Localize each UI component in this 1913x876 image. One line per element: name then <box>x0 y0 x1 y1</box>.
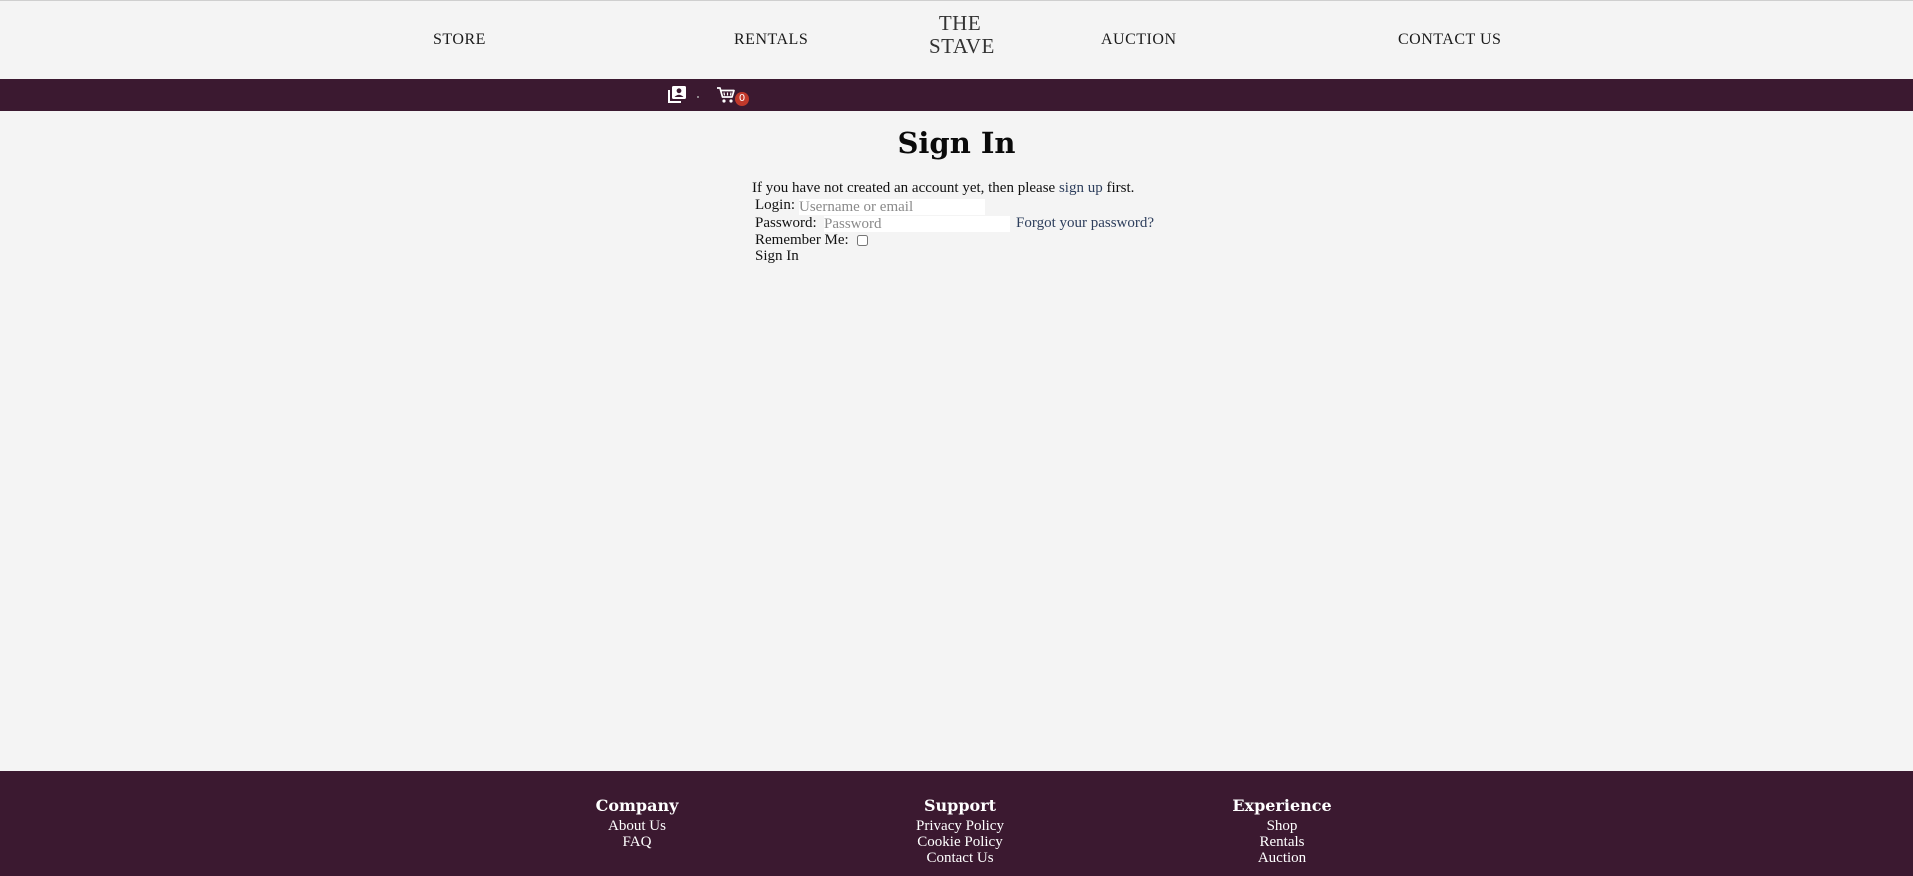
nav-store-link[interactable]: STORE <box>433 31 486 49</box>
login-label: Login: <box>755 197 795 213</box>
account-bar <box>0 79 1913 111</box>
signup-prompt-suffix: first. <box>1106 180 1135 196</box>
sign-in-button[interactable]: Sign In <box>755 248 799 265</box>
cart-icon[interactable] <box>716 86 736 108</box>
login-input[interactable] <box>799 199 985 215</box>
footer-experience-column: Experience Shop Rentals Auction <box>1182 796 1382 866</box>
account-box-icon[interactable] <box>667 85 687 109</box>
footer-about-link[interactable]: About Us <box>537 818 737 834</box>
remember-me-label: Remember Me: <box>755 232 849 248</box>
footer-contact-link[interactable]: Contact Us <box>860 850 1060 866</box>
footer-privacy-link[interactable]: Privacy Policy <box>860 818 1060 834</box>
remember-me-checkbox[interactable] <box>857 235 868 246</box>
footer-faq-link[interactable]: FAQ <box>537 834 737 850</box>
footer-support-column: Support Privacy Policy Cookie Policy Con… <box>860 796 1060 866</box>
nav-contact-link[interactable]: CONTACT US <box>1398 31 1501 49</box>
signup-link[interactable]: sign up <box>1059 180 1103 196</box>
cart-count-badge: 0 <box>735 92 749 106</box>
footer-company-heading: Company <box>595 796 679 815</box>
footer-support-heading: Support <box>923 796 997 815</box>
footer-shop-link[interactable]: Shop <box>1182 818 1382 834</box>
top-navigation: STORE RENTALS THE STAVE AUCTION CONTACT … <box>0 0 1913 79</box>
signup-prompt-prefix: If you have not created an account yet, … <box>752 180 1056 196</box>
footer-auction-link[interactable]: Auction <box>1182 850 1382 866</box>
footer: Company About Us FAQ Support Privacy Pol… <box>0 771 1913 876</box>
password-input[interactable] <box>824 216 1010 232</box>
footer-company-column: Company About Us FAQ <box>537 796 737 850</box>
footer-cookie-link[interactable]: Cookie Policy <box>860 834 1060 850</box>
page-title: Sign In <box>897 126 1016 160</box>
footer-experience-heading: Experience <box>1232 796 1332 815</box>
brand-line-1: THE <box>938 11 982 35</box>
signup-prompt: If you have not created an account yet, … <box>752 180 1134 197</box>
password-label: Password: <box>755 215 817 231</box>
forgot-password-link[interactable]: Forgot your password? <box>1016 215 1154 232</box>
footer-rentals-link[interactable]: Rentals <box>1182 834 1382 850</box>
brand-line-2: STAVE <box>929 34 995 58</box>
brand-logo[interactable]: THE STAVE <box>929 11 995 58</box>
nav-auction-link[interactable]: AUCTION <box>1101 31 1177 49</box>
separator-dot <box>697 96 699 98</box>
nav-rentals-link[interactable]: RENTALS <box>734 31 808 49</box>
